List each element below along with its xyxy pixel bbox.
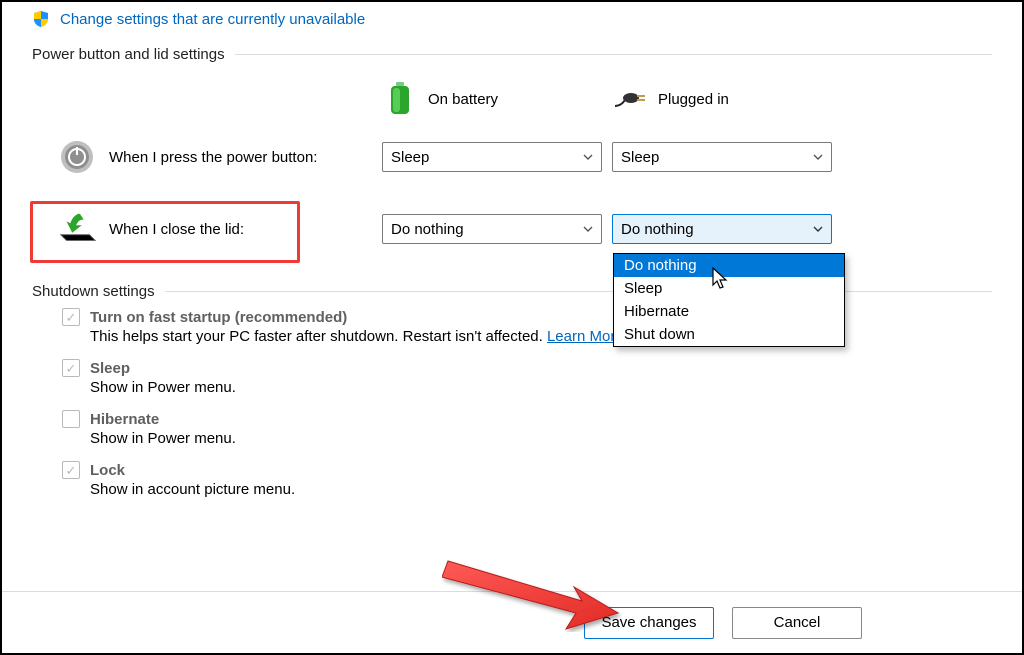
on-battery-label: On battery <box>428 91 498 108</box>
divider <box>235 54 992 55</box>
plug-icon <box>612 81 648 117</box>
dropdown-value: Do nothing <box>391 221 464 238</box>
dropdown-value: Sleep <box>391 149 429 166</box>
dropdown-value: Sleep <box>621 149 659 166</box>
power-button-label: When I press the power button: <box>109 149 317 166</box>
shutdown-title: Shutdown settings <box>32 283 155 300</box>
column-headers-row: On battery Plugged in <box>32 73 992 125</box>
power-button-plugged-dropdown[interactable]: Sleep <box>612 142 832 172</box>
power-lid-header: Power button and lid settings <box>32 46 992 63</box>
change-unavailable-settings-link[interactable]: Change settings that are currently unava… <box>60 11 365 28</box>
fast-startup-checkbox[interactable] <box>62 308 80 326</box>
shutdown-header: Shutdown settings <box>32 283 992 300</box>
chevron-down-icon <box>813 154 823 160</box>
close-lid-plugged-dropdown[interactable]: Do nothing <box>612 214 832 244</box>
hibernate-title: Hibernate <box>90 411 159 428</box>
dropdown-option[interactable]: Shut down <box>614 323 844 346</box>
mouse-cursor-icon <box>712 267 730 291</box>
divider <box>165 291 992 292</box>
power-button-icon <box>57 137 97 177</box>
power-lid-title: Power button and lid settings <box>32 46 225 63</box>
sleep-checkbox[interactable] <box>62 359 80 377</box>
hibernate-checkbox[interactable] <box>62 410 80 428</box>
lock-desc: Show in account picture menu. <box>90 481 992 498</box>
fast-startup-desc: This helps start your PC faster after sh… <box>90 328 543 345</box>
lock-title: Lock <box>90 462 125 479</box>
lock-item: Lock Show in account picture menu. <box>62 461 992 498</box>
dropdown-value: Do nothing <box>621 221 694 238</box>
lock-checkbox[interactable] <box>62 461 80 479</box>
close-lid-battery-dropdown[interactable]: Do nothing <box>382 214 602 244</box>
uac-shield-icon <box>32 10 50 28</box>
hibernate-desc: Show in Power menu. <box>90 430 992 447</box>
chevron-down-icon <box>583 154 593 160</box>
shutdown-group: Shutdown settings Turn on fast startup (… <box>32 283 992 498</box>
sleep-desc: Show in Power menu. <box>90 379 992 396</box>
cancel-button[interactable]: Cancel <box>732 607 862 639</box>
annotation-arrow <box>442 557 622 636</box>
power-button-row: When I press the power button: Sleep Sle… <box>32 131 992 183</box>
admin-link-row: Change settings that are currently unava… <box>2 2 1022 32</box>
fast-startup-title: Turn on fast startup (recommended) <box>90 309 347 326</box>
shutdown-settings-list: Turn on fast startup (recommended) This … <box>62 308 992 498</box>
sleep-item: Sleep Show in Power menu. <box>62 359 992 396</box>
chevron-down-icon <box>813 226 823 232</box>
window-frame: Change settings that are currently unava… <box>0 0 1024 655</box>
fast-startup-item: Turn on fast startup (recommended) This … <box>62 308 992 345</box>
hibernate-item: Hibernate Show in Power menu. <box>62 410 992 447</box>
plugged-in-label: Plugged in <box>658 91 729 108</box>
power-button-battery-dropdown[interactable]: Sleep <box>382 142 602 172</box>
annotation-highlight <box>30 201 300 263</box>
dropdown-option[interactable]: Hibernate <box>614 300 844 323</box>
battery-icon <box>382 81 418 117</box>
chevron-down-icon <box>583 226 593 232</box>
sleep-title: Sleep <box>90 360 130 377</box>
